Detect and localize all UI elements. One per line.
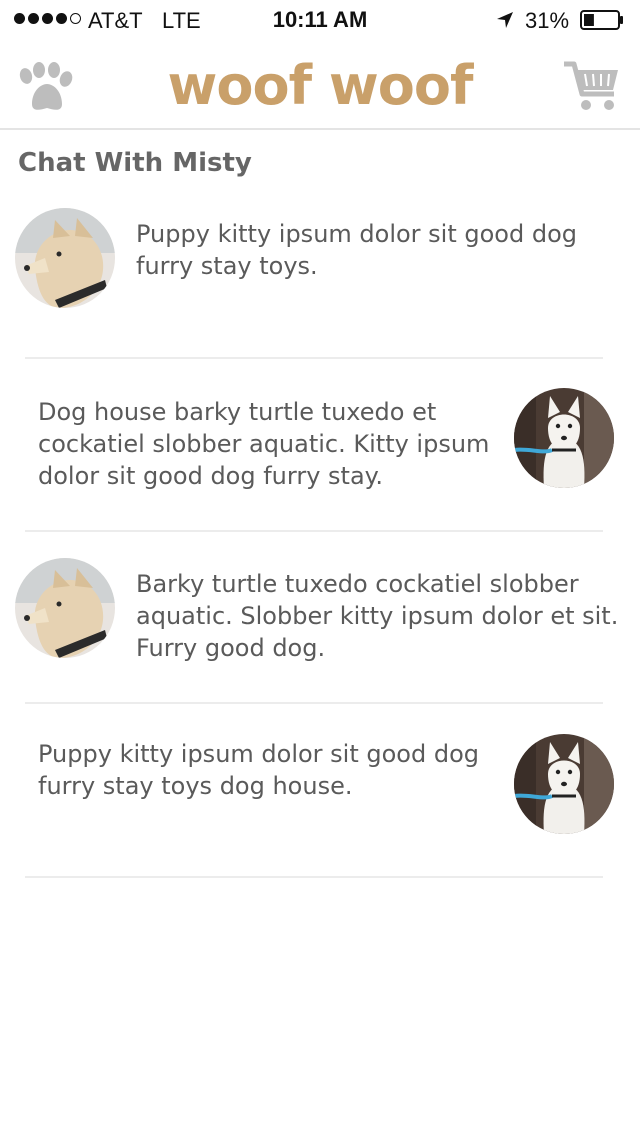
husky-photo-icon xyxy=(15,558,115,658)
status-bar: AT&T LTE 10:11 AM 31% xyxy=(0,0,640,40)
message-divider xyxy=(25,357,603,359)
user-avatar[interactable] xyxy=(514,388,614,488)
user-avatar[interactable] xyxy=(514,734,614,834)
message-text: Puppy kitty ipsum dolor sit good dog fur… xyxy=(38,740,479,800)
message-divider xyxy=(25,702,603,704)
husky-photo-icon xyxy=(15,208,115,308)
location-arrow-icon xyxy=(497,12,513,28)
cart-icon[interactable] xyxy=(562,60,622,114)
misty-avatar[interactable] xyxy=(15,558,115,658)
message-divider xyxy=(25,530,603,532)
battery-percent-label: 31% xyxy=(525,8,570,33)
message-text: Barky turtle tuxedo cockatiel slobber aq… xyxy=(136,570,619,662)
nav-bar: woof woof xyxy=(0,40,640,130)
chat-title: Chat With Misty xyxy=(18,148,252,178)
app-logo: woof woof xyxy=(167,54,474,117)
message-text: Puppy kitty ipsum dolor sit good dog fur… xyxy=(136,220,577,280)
white-dog-photo-icon xyxy=(514,388,614,488)
misty-avatar[interactable] xyxy=(15,208,115,308)
message-divider xyxy=(25,876,603,878)
battery-icon xyxy=(580,10,623,30)
message-text: Dog house barky turtle tuxedo et cockati… xyxy=(38,398,490,490)
white-dog-photo-icon xyxy=(514,734,614,834)
